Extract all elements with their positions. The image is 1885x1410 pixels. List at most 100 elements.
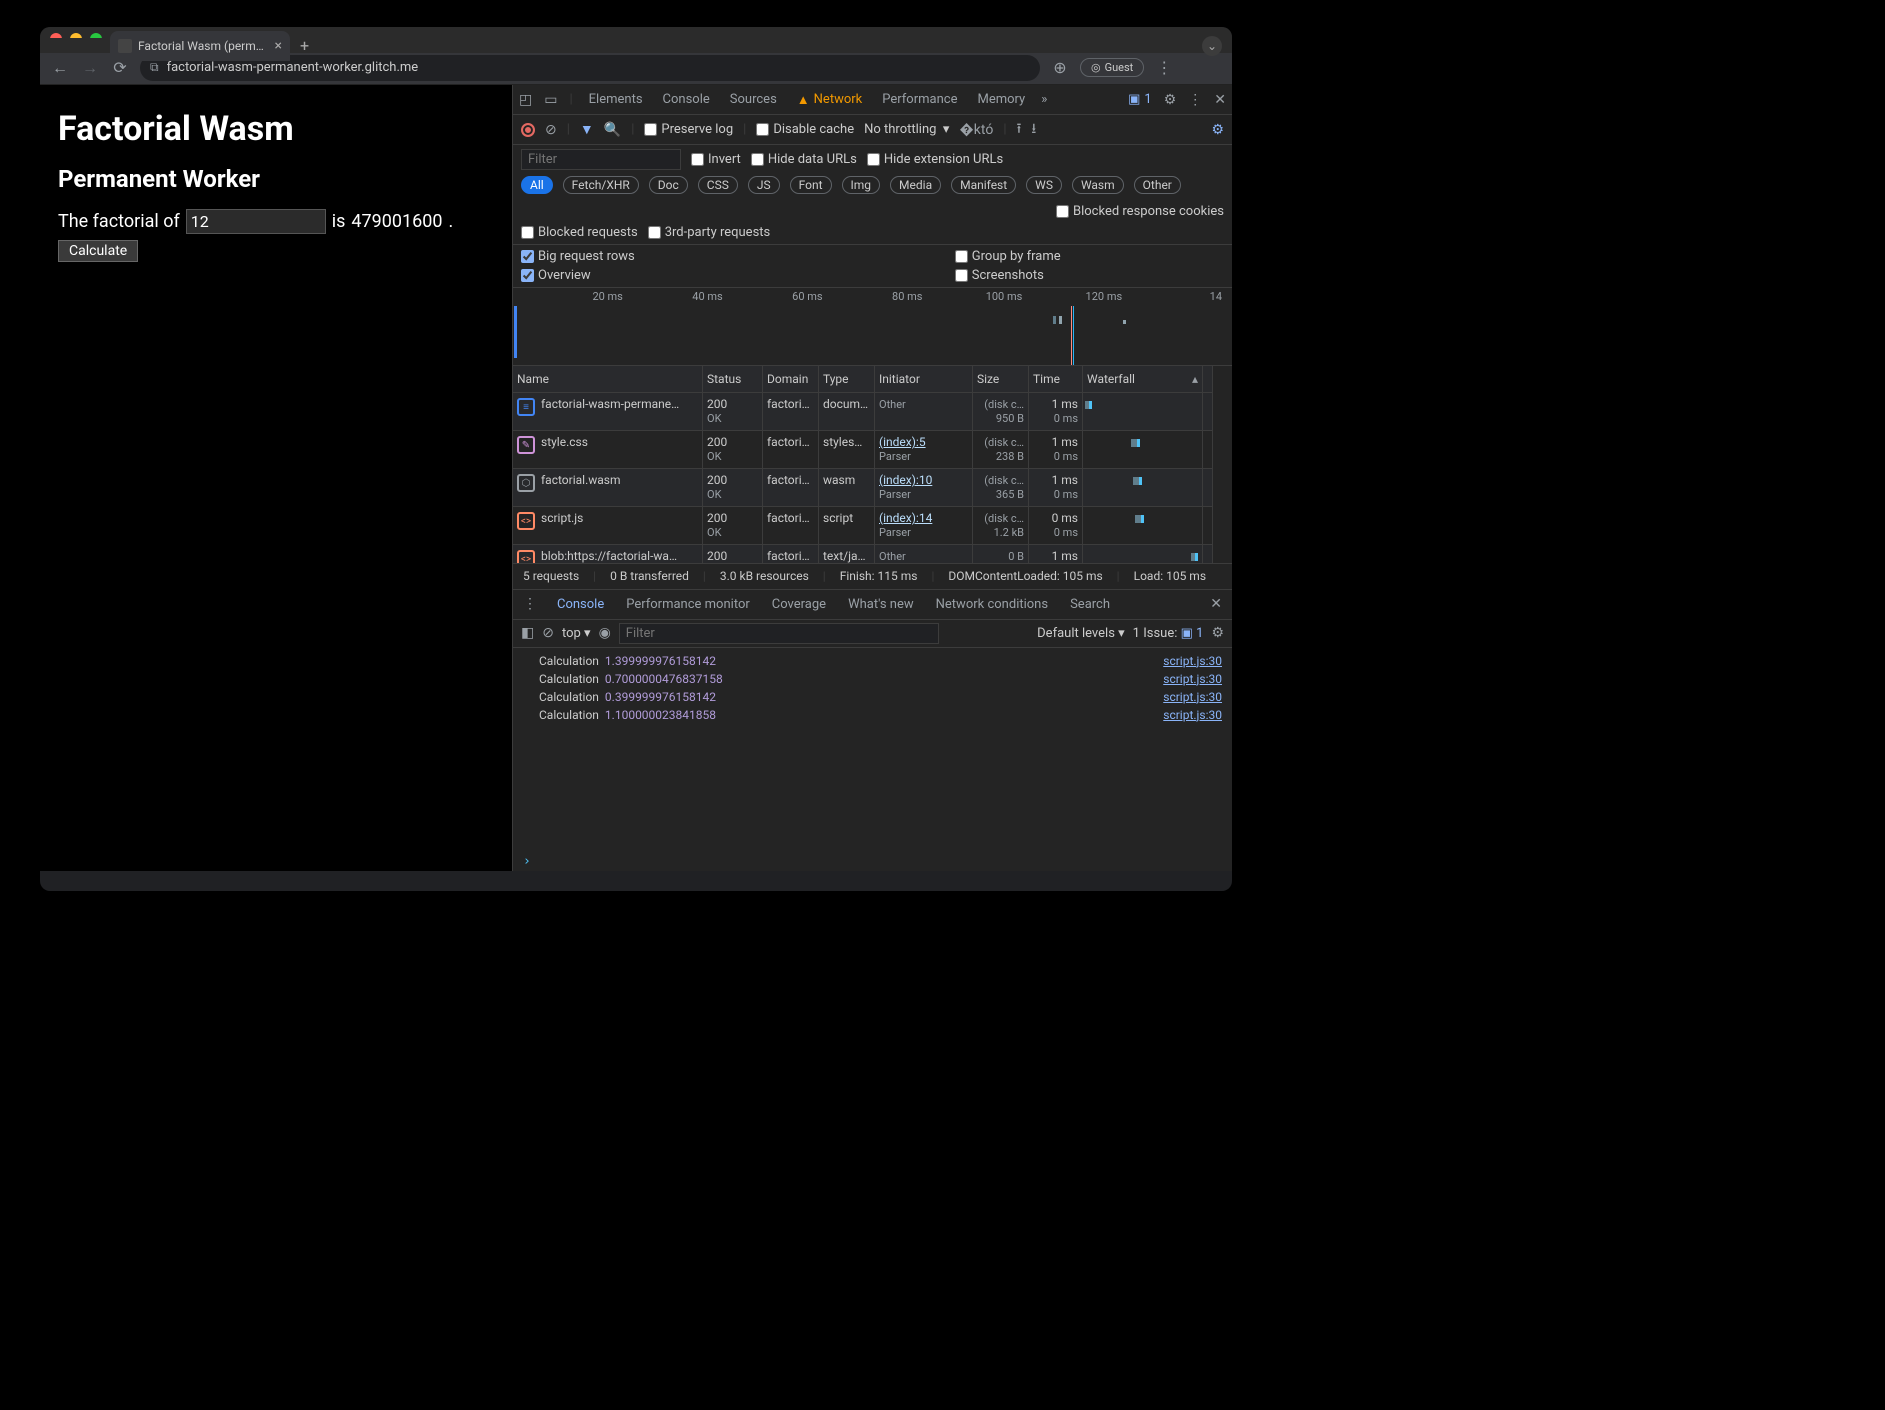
console-source-link[interactable]: script.js:30 xyxy=(1163,708,1222,722)
type-pill-other[interactable]: Other xyxy=(1134,176,1181,194)
type-pill-img[interactable]: Img xyxy=(842,176,881,194)
column-initiator[interactable]: Initiator xyxy=(875,366,973,393)
throttling-select[interactable]: No throttling ▾ xyxy=(864,122,949,137)
console-settings-icon[interactable]: ⚙ xyxy=(1211,625,1224,641)
type-pill-fetchxhr[interactable]: Fetch/XHR xyxy=(563,176,639,194)
column-size[interactable]: Size xyxy=(973,366,1029,393)
column-domain[interactable]: Domain xyxy=(763,366,819,393)
inspect-element-icon[interactable]: ◰ xyxy=(519,92,532,108)
tabs-dropdown-button[interactable]: ⌄ xyxy=(1202,36,1222,56)
big-rows-checkbox[interactable]: Big request rows xyxy=(521,249,635,264)
more-tabs-icon[interactable]: » xyxy=(1041,92,1047,107)
record-button[interactable] xyxy=(521,123,535,137)
column-type[interactable]: Type xyxy=(819,366,875,393)
factorial-input[interactable] xyxy=(186,209,326,234)
drawer-menu-icon[interactable]: ⋮ xyxy=(523,596,537,612)
console-line: Calculation0.7000000476837158script.js:3… xyxy=(513,670,1232,688)
profile-guest-chip[interactable]: ◎Guest xyxy=(1080,58,1144,77)
type-pill-doc[interactable]: Doc xyxy=(649,176,688,194)
console-source-link[interactable]: script.js:30 xyxy=(1163,672,1222,686)
console-output: Calculation1.399999976158142script.js:30… xyxy=(513,648,1232,853)
console-filter-input[interactable] xyxy=(619,623,939,644)
column-name[interactable]: Name xyxy=(513,366,703,393)
status-requests: 5 requests xyxy=(523,569,579,583)
type-pill-manifest[interactable]: Manifest xyxy=(951,176,1016,194)
hide-extension-urls-checkbox[interactable]: Hide extension URLs xyxy=(867,152,1003,167)
import-har-icon[interactable]: ⭱ xyxy=(1017,118,1022,142)
blocked-cookies-checkbox[interactable]: Blocked response cookies xyxy=(1056,204,1224,219)
console-clear-icon[interactable]: ⊘ xyxy=(542,625,554,641)
browser-menu-icon[interactable]: ⋮ xyxy=(1154,58,1174,77)
blocked-requests-checkbox[interactable]: Blocked requests xyxy=(521,225,638,240)
column-waterfall[interactable]: Waterfall▴ xyxy=(1083,366,1203,393)
tab-sources[interactable]: Sources xyxy=(726,92,781,107)
filter-toggle-icon[interactable]: ▼ xyxy=(580,121,594,138)
issues-chip[interactable]: ▣1 xyxy=(1128,92,1152,107)
screenshots-checkbox[interactable]: Screenshots xyxy=(955,268,1061,283)
drawer-tab-what's-new[interactable]: What's new xyxy=(848,597,914,612)
forward-button[interactable]: → xyxy=(80,58,100,78)
disable-cache-checkbox[interactable]: Disable cache xyxy=(756,122,854,137)
device-toolbar-icon[interactable]: ▭ xyxy=(544,92,557,108)
type-pill-wasm[interactable]: Wasm xyxy=(1072,176,1124,194)
network-filter-input[interactable] xyxy=(521,149,681,170)
page-content: Factorial Wasm Permanent Worker The fact… xyxy=(40,85,512,871)
tab-performance[interactable]: Performance xyxy=(878,92,961,107)
new-tab-button[interactable]: + xyxy=(300,36,309,55)
devtools-panel: ◰ ▭ | Elements Console Sources ▲Network … xyxy=(512,85,1232,871)
overview-checkbox[interactable]: Overview xyxy=(521,268,635,283)
type-pill-font[interactable]: Font xyxy=(790,176,832,194)
console-issues[interactable]: 1 Issue: ▣ 1 xyxy=(1133,626,1204,641)
calculate-button[interactable]: Calculate xyxy=(58,240,138,262)
type-pill-js[interactable]: JS xyxy=(748,176,780,194)
browser-tab-strip: Factorial Wasm (permanent… × + ⌄ xyxy=(40,38,1232,53)
drawer-tab-console[interactable]: Console xyxy=(557,597,604,612)
browser-tab[interactable]: Factorial Wasm (permanent… × xyxy=(110,31,290,61)
drawer-tab-coverage[interactable]: Coverage xyxy=(772,597,826,612)
status-resources: 3.0 kB resources xyxy=(720,569,809,583)
tab-close-icon[interactable]: × xyxy=(275,38,282,54)
preserve-log-checkbox[interactable]: Preserve log xyxy=(644,122,733,137)
type-pill-ws[interactable]: WS xyxy=(1026,176,1062,194)
type-pill-css[interactable]: CSS xyxy=(698,176,738,194)
type-pill-all[interactable]: All xyxy=(521,176,553,194)
tab-memory[interactable]: Memory xyxy=(973,92,1029,107)
export-har-icon[interactable]: ⭳ xyxy=(1031,118,1036,142)
tab-elements[interactable]: Elements xyxy=(585,92,647,107)
tab-console[interactable]: Console xyxy=(659,92,714,107)
hide-data-urls-checkbox[interactable]: Hide data URLs xyxy=(751,152,857,167)
console-sidebar-icon[interactable]: ◧ xyxy=(521,625,534,641)
log-levels-select[interactable]: Default levels ▾ xyxy=(1037,626,1125,641)
type-pill-media[interactable]: Media xyxy=(890,176,941,194)
back-button[interactable]: ← xyxy=(50,58,70,78)
settings-gear-icon[interactable]: ⚙ xyxy=(1164,92,1177,108)
drawer-tab-network-conditions[interactable]: Network conditions xyxy=(936,597,1048,612)
reload-button[interactable]: ⟳ xyxy=(110,58,130,77)
drawer-close-icon[interactable]: ✕ xyxy=(1210,596,1222,612)
result-value: 479001600 xyxy=(351,211,442,232)
third-party-checkbox[interactable]: 3rd-party requests xyxy=(648,225,771,240)
group-by-frame-checkbox[interactable]: Group by frame xyxy=(955,249,1061,264)
zoom-icon[interactable]: ⊕ xyxy=(1050,58,1070,77)
console-context-select[interactable]: top ▾ xyxy=(562,626,591,641)
search-icon[interactable]: 🔍 xyxy=(604,122,621,138)
tab-network[interactable]: ▲Network xyxy=(793,92,866,108)
favicon-icon xyxy=(118,39,132,53)
console-line: Calculation1.399999976158142script.js:30 xyxy=(513,652,1232,670)
console-prompt[interactable]: › xyxy=(513,852,1232,871)
clear-button[interactable]: ⊘ xyxy=(545,122,557,138)
devtools-menu-icon[interactable]: ⋮ xyxy=(1188,92,1202,108)
column-status[interactable]: Status xyxy=(703,366,763,393)
drawer-tab-performance-monitor[interactable]: Performance monitor xyxy=(626,597,750,612)
site-info-icon[interactable]: ⧉ xyxy=(150,60,159,75)
drawer-tab-search[interactable]: Search xyxy=(1070,597,1110,612)
console-source-link[interactable]: script.js:30 xyxy=(1163,654,1222,668)
network-conditions-icon[interactable]: �któ xyxy=(959,122,993,138)
network-settings-icon[interactable]: ⚙ xyxy=(1211,122,1224,138)
column-time[interactable]: Time xyxy=(1029,366,1083,393)
console-source-link[interactable]: script.js:30 xyxy=(1163,690,1222,704)
network-timeline-overview[interactable]: 20 ms40 ms60 ms80 ms100 ms120 ms14 xyxy=(513,288,1232,366)
invert-checkbox[interactable]: Invert xyxy=(691,152,741,167)
devtools-close-icon[interactable]: ✕ xyxy=(1214,92,1226,108)
live-expression-icon[interactable]: ◉ xyxy=(599,625,611,641)
